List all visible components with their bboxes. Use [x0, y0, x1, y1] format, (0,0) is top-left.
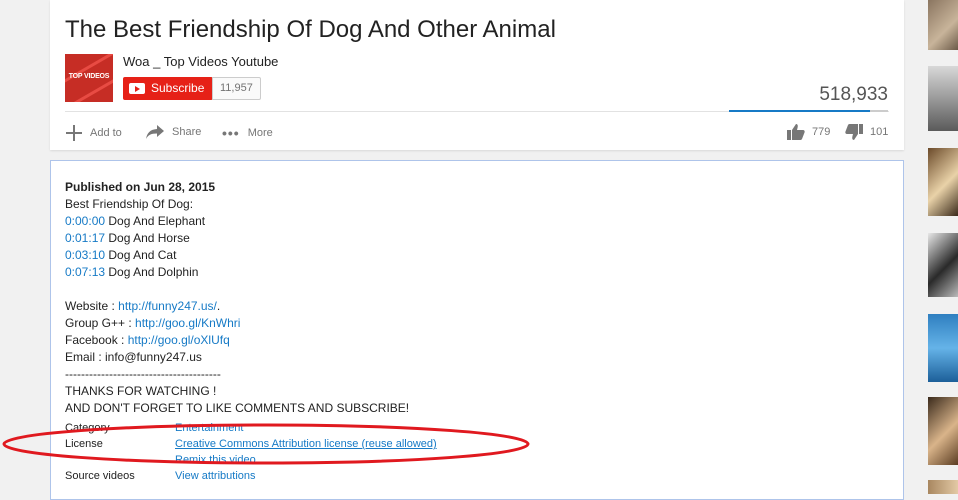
- chapter-line: 0:00:00 Dog And Elephant: [65, 213, 409, 230]
- description-text: Published on Jun 28, 2015 Best Friendshi…: [65, 179, 409, 417]
- category-link[interactable]: Entertainment: [175, 422, 243, 434]
- more-button[interactable]: ••• More: [222, 125, 273, 141]
- thumbs-down-icon: [845, 124, 863, 140]
- timestamp-link[interactable]: 0:01:17: [65, 231, 105, 245]
- reminder-line: AND DON'T FORGET TO LIKE COMMENTS AND SU…: [65, 401, 410, 415]
- chapter-text: Dog And Cat: [105, 248, 177, 262]
- plus-icon: [66, 125, 82, 141]
- chapter-text: Dog And Horse: [105, 231, 190, 245]
- share-button[interactable]: Share: [146, 125, 201, 139]
- email-line: Email : info@funny247.us: [65, 350, 202, 364]
- related-thumbnail[interactable]: [928, 233, 958, 297]
- avatar-stripe: [65, 54, 113, 85]
- description-intro: Best Friendship Of Dog:: [65, 197, 194, 211]
- subscribe-label: Subscribe: [151, 81, 205, 95]
- thanks-line: THANKS FOR WATCHING !: [65, 384, 217, 398]
- timestamp-link[interactable]: 0:07:13: [65, 265, 105, 279]
- category-label: Category: [65, 422, 110, 434]
- description-panel: Published on Jun 28, 2015 Best Friendshi…: [50, 160, 904, 500]
- website-label: Website :: [65, 299, 119, 313]
- remix-link[interactable]: Remix this video: [175, 454, 256, 466]
- more-label: More: [247, 127, 273, 139]
- facebook-line: Facebook : http://goo.gl/oXlUfq: [65, 332, 409, 349]
- add-to-label: Add to: [90, 127, 122, 139]
- related-thumbnail[interactable]: [928, 148, 958, 216]
- channel-logo-text: TOP VIDEOS: [68, 73, 110, 80]
- dislike-count: 101: [870, 126, 889, 138]
- related-thumbnail[interactable]: [928, 0, 958, 50]
- related-videos-strip: [928, 0, 958, 494]
- sentiment-like-fill: [729, 110, 870, 112]
- published-date: Published on Jun 28, 2015: [65, 180, 216, 194]
- related-thumbnail[interactable]: [928, 314, 958, 382]
- more-dots-icon: •••: [222, 125, 240, 141]
- chapter-line: 0:03:10 Dog And Cat: [65, 247, 409, 264]
- share-icon: [146, 125, 164, 139]
- view-attributions-link[interactable]: View attributions: [175, 470, 256, 482]
- website-suffix: .: [216, 299, 221, 313]
- website-line: Website : http://funny247.us/.: [65, 298, 409, 315]
- dislike-button[interactable]: 101: [845, 124, 888, 140]
- facebook-label: Facebook :: [65, 333, 128, 347]
- facebook-link[interactable]: http://goo.gl/oXlUfq: [128, 333, 230, 347]
- youtube-play-icon: [129, 83, 145, 94]
- license-link[interactable]: Creative Commons Attribution license (re…: [175, 438, 437, 450]
- related-thumbnail[interactable]: [928, 397, 958, 465]
- like-button[interactable]: 779: [787, 124, 830, 140]
- video-header: The Best Friendship Of Dog And Other Ani…: [50, 0, 904, 150]
- chapter-text: Dog And Elephant: [105, 214, 206, 228]
- subscriber-count: 11,957: [212, 77, 261, 100]
- channel-name[interactable]: Woa _ Top Videos Youtube: [123, 54, 278, 69]
- channel-avatar[interactable]: TOP VIDEOS: [65, 54, 113, 102]
- website-link[interactable]: http://funny247.us/: [118, 299, 217, 313]
- like-count: 779: [812, 126, 831, 138]
- source-videos-label: Source videos: [65, 470, 135, 482]
- view-count: 518,933: [819, 84, 888, 105]
- group-label: Group G++ :: [65, 316, 136, 330]
- video-title: The Best Friendship Of Dog And Other Ani…: [65, 16, 556, 43]
- related-thumbnail[interactable]: [928, 480, 958, 494]
- chapter-line: 0:01:17 Dog And Horse: [65, 230, 409, 247]
- add-to-button[interactable]: Add to: [66, 125, 122, 141]
- separator-line: ---------------------------------------: [65, 367, 221, 381]
- timestamp-link[interactable]: 0:03:10: [65, 248, 105, 262]
- chapter-text: Dog And Dolphin: [105, 265, 199, 279]
- share-label: Share: [172, 126, 202, 138]
- license-label: License: [65, 438, 103, 450]
- subscribe-button[interactable]: Subscribe: [123, 77, 213, 100]
- chapter-line: 0:07:13 Dog And Dolphin: [65, 264, 409, 281]
- group-link[interactable]: http://goo.gl/KnWhri: [135, 316, 240, 330]
- related-thumbnail[interactable]: [928, 66, 958, 131]
- timestamp-link[interactable]: 0:00:00: [65, 214, 105, 228]
- group-line: Group G++ : http://goo.gl/KnWhri: [65, 315, 409, 332]
- sentiment-bar: [729, 110, 888, 112]
- thumbs-up-icon: [787, 124, 805, 140]
